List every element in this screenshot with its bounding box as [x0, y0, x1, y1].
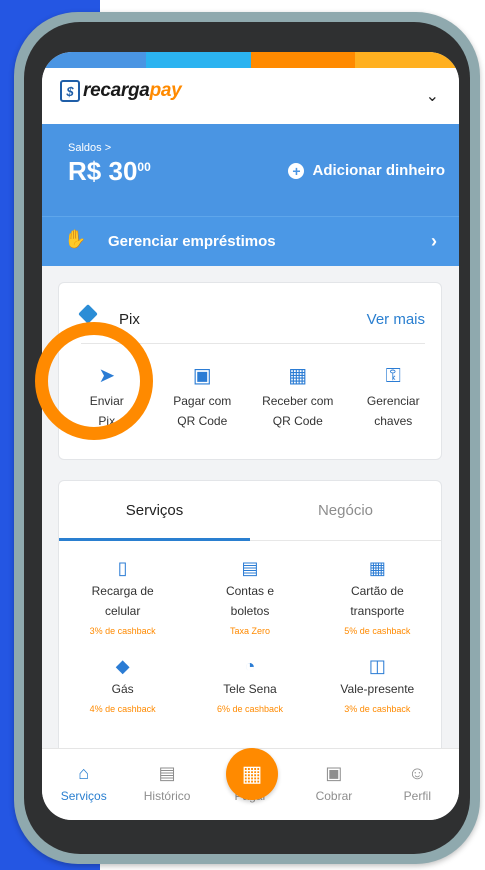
pay-qr-button[interactable]: ▦ — [226, 748, 278, 800]
manage-loans-row[interactable]: ✋ Gerenciar empréstimos › — [42, 216, 459, 266]
pix-action-label: chaves — [374, 414, 413, 428]
bus-icon: ▦ — [368, 558, 386, 578]
service-label: transporte — [350, 604, 405, 618]
cashback-badge: Taxa Zero — [229, 626, 270, 636]
logo-text-recarga: recarga — [83, 80, 150, 101]
nav-label: Perfil — [403, 789, 431, 803]
tab-services[interactable]: Serviços — [59, 481, 250, 541]
gas-icon: ◆ — [115, 656, 130, 676]
cashback-badge: 3% de cashback — [344, 704, 411, 714]
add-money-label: Adicionar dinheiro — [312, 162, 445, 179]
nav-charge[interactable]: ▣ Cobrar — [292, 749, 375, 820]
nav-label: Cobrar — [315, 789, 353, 803]
cashback-badge: 6% de cashback — [216, 704, 284, 714]
history-icon: ▤ — [158, 763, 176, 783]
charge-icon: ▣ — [325, 763, 343, 783]
nav-history[interactable]: ▤ Histórico — [125, 749, 208, 820]
stripe-4 — [354, 52, 459, 68]
pix-action-label: QR Code — [272, 414, 323, 428]
tab-business[interactable]: Negócio — [250, 481, 441, 540]
key-icon: ⚿ — [385, 365, 401, 387]
balance-currency: R$ — [68, 156, 102, 186]
service-label: Contas e — [225, 584, 274, 598]
service-label: Cartão de — [350, 584, 404, 598]
service-label: Recarga de — [91, 584, 154, 598]
bill-icon: ▤ — [241, 558, 259, 578]
service-gas[interactable]: ◆ Gás 4% de cashback — [59, 653, 186, 719]
color-stripes — [42, 52, 459, 68]
balance-label-link[interactable]: Saldos > — [68, 142, 111, 154]
chevron-down-icon[interactable]: ⌄ — [426, 86, 439, 106]
qr-code-icon: ▦ — [288, 365, 308, 387]
pix-title: Pix — [119, 311, 140, 328]
balance-cents: 00 — [137, 160, 151, 174]
loan-hand-icon: ✋ — [64, 229, 87, 249]
nav-services[interactable]: ⌂ Serviços — [42, 749, 125, 820]
recargapay-logo: $ recargapay — [60, 80, 182, 102]
chevron-right-icon: › — [431, 231, 437, 251]
cashback-badge: 5% de cashback — [344, 626, 411, 636]
pix-action-label: QR Code — [177, 414, 228, 428]
service-label: Vale-presente — [340, 682, 415, 696]
tele-sena-icon: ◔ — [244, 656, 256, 676]
cashback-badge: 4% de cashback — [89, 704, 156, 714]
balance-amount: R$ 3000 — [68, 156, 151, 187]
profile-icon: ☺ — [408, 763, 427, 783]
pix-manage-keys-button[interactable]: ⚿ Gerenciar chaves — [346, 361, 442, 431]
pix-pay-qr-button[interactable]: ▣ Pagar com QR Code — [155, 361, 251, 431]
service-bills[interactable]: ▤ Contas e boletos Taxa Zero — [186, 555, 313, 641]
gift-icon: ◫ — [368, 656, 386, 676]
logo-mark: $ — [60, 80, 80, 102]
scan-qr-icon: ▣ — [192, 365, 212, 387]
stripe-3 — [250, 52, 355, 68]
service-transport-card[interactable]: ▦ Cartão de transporte 5% de cashback — [314, 555, 441, 641]
service-label: Tele Sena — [223, 682, 277, 696]
nav-label: Serviços — [60, 789, 107, 803]
service-label: boletos — [230, 604, 270, 618]
service-tele-sena[interactable]: ◔ Tele Sena 6% de cashback — [186, 653, 313, 719]
highlight-circle — [35, 322, 153, 440]
pix-action-label: Pagar com — [173, 394, 232, 408]
manage-loans-label: Gerenciar empréstimos — [108, 233, 276, 250]
pix-action-label: Receber com — [262, 394, 334, 408]
see-more-link[interactable]: Ver mais — [367, 311, 425, 328]
balance-whole: 30 — [108, 156, 138, 186]
services-tabs: Serviços Negócio — [59, 481, 441, 541]
logo-text-pay: pay — [149, 80, 182, 101]
add-money-button[interactable]: + Adicionar dinheiro — [288, 162, 445, 179]
balance-panel: Saldos > R$ 3000 + Adicionar dinheiro — [42, 124, 459, 216]
top-bar: $ recargapay ⌄ — [42, 68, 459, 124]
service-gift-card[interactable]: ◫ Vale-presente 3% de cashback — [314, 653, 441, 719]
services-card: Serviços Negócio ▯ Recarga de celular 3%… — [58, 480, 442, 770]
nav-label: Histórico — [143, 789, 191, 803]
home-icon: ⌂ — [78, 763, 90, 783]
pix-receive-qr-button[interactable]: ▦ Receber com QR Code — [250, 361, 346, 431]
service-mobile-recharge[interactable]: ▯ Recarga de celular 3% de cashback — [59, 555, 186, 641]
pix-action-label: Gerenciar — [366, 394, 420, 408]
services-grid: ▯ Recarga de celular 3% de cashback ▤ Co… — [59, 555, 441, 719]
stripe-2 — [146, 52, 251, 68]
cashback-badge: 3% de cashback — [89, 626, 156, 636]
stripe-1 — [42, 52, 147, 68]
phone-icon: ▯ — [117, 558, 128, 578]
plus-icon: + — [288, 162, 305, 179]
nav-profile[interactable]: ☺ Perfil — [376, 749, 459, 820]
pix-icon — [78, 304, 98, 324]
qr-pay-icon: ▦ — [241, 761, 263, 786]
service-label: Gás — [111, 682, 134, 696]
service-label: celular — [104, 604, 141, 618]
